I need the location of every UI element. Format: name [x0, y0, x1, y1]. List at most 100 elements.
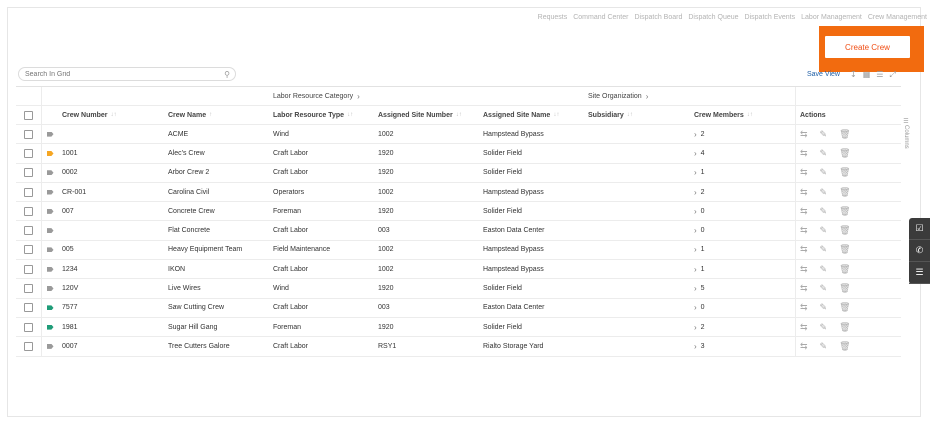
- select-all-checkbox[interactable]: [24, 110, 33, 120]
- chevron-right-icon[interactable]: ›: [694, 323, 697, 332]
- topnav-link[interactable]: Labor Management: [801, 14, 862, 21]
- row-checkbox[interactable]: [24, 168, 33, 178]
- phone-icon[interactable]: ✆: [909, 240, 930, 262]
- chevron-right-icon[interactable]: ›: [694, 149, 697, 158]
- table-row[interactable]: 1001 Alec's Crew Craft Labor 1920 Solider Fi…: [16, 144, 901, 164]
- header-assigned-site-name[interactable]: Assigned Site Name ↓↑: [479, 106, 584, 124]
- topnav-link[interactable]: Dispatch Board: [634, 14, 682, 21]
- delete-icon[interactable]: 🗑: [839, 322, 850, 333]
- cell-crew-members[interactable]: › 1: [690, 260, 796, 279]
- row-checkbox[interactable]: [24, 303, 33, 313]
- create-crew-button[interactable]: Create Crew: [824, 35, 911, 59]
- search-icon[interactable]: ⚲: [224, 70, 230, 79]
- sort-icon[interactable]: ↓↑: [627, 112, 633, 118]
- expand-icon[interactable]: ⤢: [889, 70, 895, 80]
- transfer-icon[interactable]: ⇆: [800, 206, 808, 217]
- transfer-icon[interactable]: ⇆: [800, 187, 808, 198]
- edit-icon[interactable]: ✎: [820, 283, 828, 294]
- topnav-link[interactable]: Crew Management: [868, 14, 927, 21]
- edit-icon[interactable]: ✎: [820, 148, 828, 159]
- chevron-right-icon[interactable]: ›: [694, 168, 697, 177]
- chevron-right-icon[interactable]: ›: [694, 245, 697, 254]
- transfer-icon[interactable]: ⇆: [800, 341, 808, 352]
- transfer-icon[interactable]: ⇆: [800, 129, 808, 140]
- delete-icon[interactable]: 🗑: [839, 244, 850, 255]
- cell-crew-members[interactable]: › 2: [690, 182, 796, 202]
- table-row[interactable]: 005 Heavy Equipment Team Field Maintenance…: [16, 240, 901, 261]
- sort-icon[interactable]: ↓↑: [553, 112, 559, 118]
- cell-crew-members[interactable]: › 0: [690, 298, 796, 317]
- row-checkbox[interactable]: [24, 206, 33, 216]
- header-crew-members[interactable]: Crew Members ↓↑: [690, 106, 796, 124]
- sort-icon[interactable]: ↓↑: [456, 112, 462, 118]
- filter-icon[interactable]: ☰: [909, 262, 930, 284]
- cell-crew-members[interactable]: › 1: [690, 240, 796, 260]
- table-row[interactable]: 007 Concrete Crew Foreman 1920 Solider Field…: [16, 202, 901, 222]
- search-input[interactable]: [25, 70, 215, 78]
- chevron-right-icon[interactable]: ›: [694, 284, 697, 293]
- delete-icon[interactable]: 🗑: [839, 148, 850, 159]
- row-checkbox[interactable]: [24, 341, 33, 351]
- topnav-link[interactable]: Command Center: [573, 14, 628, 21]
- transfer-icon[interactable]: ⇆: [800, 244, 808, 255]
- delete-icon[interactable]: 🗑: [839, 167, 850, 178]
- table-row[interactable]: 0007 Tree Cutters Galore Craft Labor RSY1 Ri…: [16, 337, 901, 357]
- cell-crew-members[interactable]: › 2: [690, 317, 796, 337]
- delete-icon[interactable]: 🗑: [839, 206, 850, 217]
- chevron-right-icon[interactable]: ›: [694, 303, 697, 312]
- cell-crew-members[interactable]: › 0: [690, 202, 796, 221]
- delete-icon[interactable]: 🗑: [839, 129, 850, 140]
- table-row[interactable]: 120V Live Wires Wind 1920 Solider Field › 5 ⇆ ✎ 🗑: [16, 279, 901, 299]
- sort-icon[interactable]: ↓↑: [747, 112, 753, 118]
- density-icon[interactable]: ☰: [876, 70, 883, 80]
- table-row[interactable]: 0002 Arbor Crew 2 Craft Labor 1920 Solider F…: [16, 163, 901, 183]
- chevron-right-icon[interactable]: ›: [694, 342, 697, 351]
- group-labor-resource-category[interactable]: Labor Resource Category ›: [269, 87, 584, 105]
- topnav-link[interactable]: Requests: [538, 14, 568, 21]
- cell-crew-members[interactable]: › 1: [690, 163, 796, 182]
- cell-crew-members[interactable]: › 3: [690, 337, 796, 356]
- transfer-icon[interactable]: ⇆: [800, 302, 808, 313]
- columns-panel-tab[interactable]: ☰ Columns: [901, 118, 911, 158]
- row-checkbox[interactable]: [24, 322, 33, 332]
- edit-icon[interactable]: ✎: [820, 206, 828, 217]
- topnav-link[interactable]: Dispatch Queue: [688, 14, 738, 21]
- row-checkbox[interactable]: [24, 264, 33, 274]
- topnav-link[interactable]: Dispatch Events: [745, 14, 796, 21]
- delete-icon[interactable]: 🗑: [839, 187, 850, 198]
- row-checkbox[interactable]: [24, 284, 33, 294]
- chevron-right-icon[interactable]: ›: [694, 130, 697, 139]
- export-icon[interactable]: ↧: [850, 70, 857, 80]
- edit-icon[interactable]: ✎: [820, 302, 828, 313]
- table-row[interactable]: Flat Concrete Craft Labor 003 Easton Data C…: [16, 221, 901, 241]
- transfer-icon[interactable]: ⇆: [800, 225, 808, 236]
- clipboard-check-icon[interactable]: ☑: [909, 218, 930, 240]
- edit-icon[interactable]: ✎: [820, 244, 828, 255]
- delete-icon[interactable]: 🗑: [839, 341, 850, 352]
- sort-asc-icon[interactable]: ↑: [209, 112, 212, 118]
- cell-crew-members[interactable]: › 5: [690, 279, 796, 298]
- chevron-right-icon[interactable]: ›: [694, 207, 697, 216]
- transfer-icon[interactable]: ⇆: [800, 322, 808, 333]
- delete-icon[interactable]: 🗑: [839, 283, 850, 294]
- cell-crew-members[interactable]: › 2: [690, 125, 796, 144]
- row-checkbox[interactable]: [24, 129, 33, 139]
- sort-icon[interactable]: ↓↑: [347, 112, 353, 118]
- transfer-icon[interactable]: ⇆: [800, 148, 808, 159]
- transfer-icon[interactable]: ⇆: [800, 283, 808, 294]
- header-crew-number[interactable]: Crew Number ↓↑: [58, 106, 164, 124]
- row-checkbox[interactable]: [24, 148, 33, 158]
- row-checkbox[interactable]: [24, 245, 33, 255]
- header-subsidiary[interactable]: Subsidiary ↓↑: [584, 106, 690, 124]
- edit-icon[interactable]: ✎: [820, 167, 828, 178]
- header-assigned-site-number[interactable]: Assigned Site Number ↓↑: [374, 106, 479, 124]
- save-view-link[interactable]: Save View: [807, 71, 840, 78]
- edit-icon[interactable]: ✎: [820, 341, 828, 352]
- group-site-organization[interactable]: Site Organization ›: [584, 87, 796, 105]
- row-checkbox[interactable]: [24, 187, 33, 197]
- edit-icon[interactable]: ✎: [820, 264, 828, 275]
- sort-icon[interactable]: ↓↑: [111, 112, 117, 118]
- edit-icon[interactable]: ✎: [820, 187, 828, 198]
- edit-icon[interactable]: ✎: [820, 129, 828, 140]
- edit-icon[interactable]: ✎: [820, 322, 828, 333]
